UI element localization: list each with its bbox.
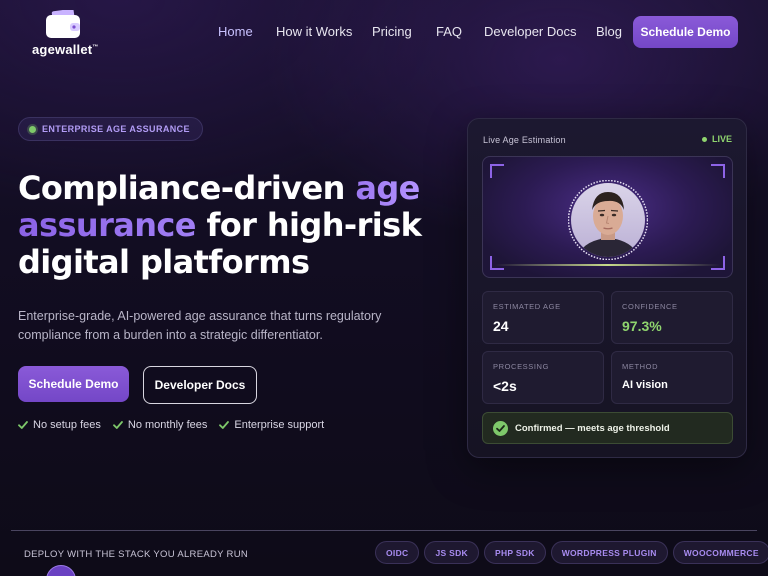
scan-corner-icon (711, 256, 725, 270)
section-divider (11, 530, 757, 531)
scan-corner-icon (490, 256, 504, 270)
chip-wordpress-plugin[interactable]: WORDPRESS PLUGIN (550, 541, 668, 564)
chip-php-sdk[interactable]: PHP SDK (483, 541, 546, 564)
chip-js-sdk[interactable]: JS SDK (424, 541, 479, 564)
hero-schedule-demo-button[interactable]: Schedule Demo (18, 366, 129, 402)
hero-developer-docs-button[interactable]: Developer Docs (143, 366, 257, 404)
headline-accent-1: age (355, 169, 420, 207)
nav-schedule-demo-button[interactable]: Schedule Demo (633, 16, 738, 48)
wallet-icon (46, 10, 80, 38)
brand-logo[interactable]: agewallet™ (32, 10, 102, 57)
stat-label: PROCESSING (493, 362, 550, 371)
live-status-badge: LIVE (701, 134, 732, 144)
top-nav: agewallet™ Home How it Works Pricing FAQ… (0, 0, 768, 64)
brand-trademark: ™ (92, 44, 99, 51)
deploy-heading: DEPLOY WITH THE STACK YOU ALREADY RUN (24, 549, 249, 560)
chip-woocommerce[interactable]: WOOCOMMERCE (672, 541, 768, 564)
nav-link-home[interactable]: Home (218, 24, 253, 39)
stat-label: CONFIDENCE (622, 302, 678, 311)
stat-value: <2s (493, 378, 517, 394)
feature-label: No monthly fees (127, 419, 208, 431)
nav-link-faq[interactable]: FAQ (436, 24, 462, 39)
headline-accent-2: assurance (18, 206, 197, 244)
hero-badge-label: ENTERPRISE AGE ASSURANCE (42, 124, 190, 134)
confirmation-banner: Confirmed — meets age threshold (482, 412, 733, 444)
check-circle-icon (493, 420, 508, 436)
status-dot-icon (29, 125, 36, 133)
scan-corner-icon (711, 164, 725, 178)
check-icon (112, 421, 123, 429)
feature-item: Enterprise support (219, 419, 324, 431)
feature-item: No setup fees (18, 419, 101, 431)
check-icon (219, 421, 230, 429)
brand-name: agewallet (32, 42, 93, 57)
check-icon (18, 421, 28, 429)
feature-label: Enterprise support (234, 419, 325, 431)
feature-label: No setup fees (33, 419, 101, 431)
feature-list: No setup fees No monthly fees Enterprise… (18, 419, 324, 431)
integration-chips: OIDC JS SDK PHP SDK WORDPRESS PLUGIN WOO… (375, 541, 768, 564)
chat-bubble-icon[interactable] (46, 565, 76, 576)
live-status-label: LIVE (711, 134, 732, 144)
stat-method: METHOD AI vision (611, 351, 733, 404)
chip-oidc[interactable]: OIDC (375, 541, 420, 564)
face-portrait (568, 180, 648, 260)
nav-link-developer-docs[interactable]: Developer Docs (484, 24, 577, 39)
live-dot-icon (701, 136, 707, 142)
age-estimation-card: Live Age Estimation LIVE ESTIMATED AGE 2… (467, 118, 747, 458)
stat-value: 97.3% (622, 318, 662, 334)
scan-line (495, 264, 720, 266)
feature-item: No monthly fees (112, 419, 208, 431)
stat-value: AI vision (622, 379, 668, 391)
nav-link-blog[interactable]: Blog (596, 24, 622, 39)
hero-headline: Compliance-driven age assurance for high-… (18, 170, 438, 281)
headline-part-1: Compliance-driven (18, 169, 356, 207)
card-title: Live Age Estimation (483, 135, 566, 145)
scan-corner-icon (490, 164, 504, 178)
nav-link-how-it-works[interactable]: How it Works (276, 24, 352, 39)
hero-badge: ENTERPRISE AGE ASSURANCE (18, 117, 203, 141)
stat-label: ESTIMATED AGE (493, 302, 561, 311)
confirmation-text: Confirmed — meets age threshold (515, 422, 670, 434)
stat-value: 24 (493, 318, 509, 334)
nav-link-pricing[interactable]: Pricing (372, 24, 412, 39)
stat-confidence: CONFIDENCE 97.3% (611, 291, 733, 344)
hero-subtext: Enterprise-grade, AI-powered age assuran… (18, 309, 382, 342)
face-scan-viewport (482, 156, 733, 278)
stat-label: METHOD (622, 362, 659, 371)
stat-processing: PROCESSING <2s (482, 351, 604, 404)
stat-estimated-age: ESTIMATED AGE 24 (482, 291, 604, 344)
